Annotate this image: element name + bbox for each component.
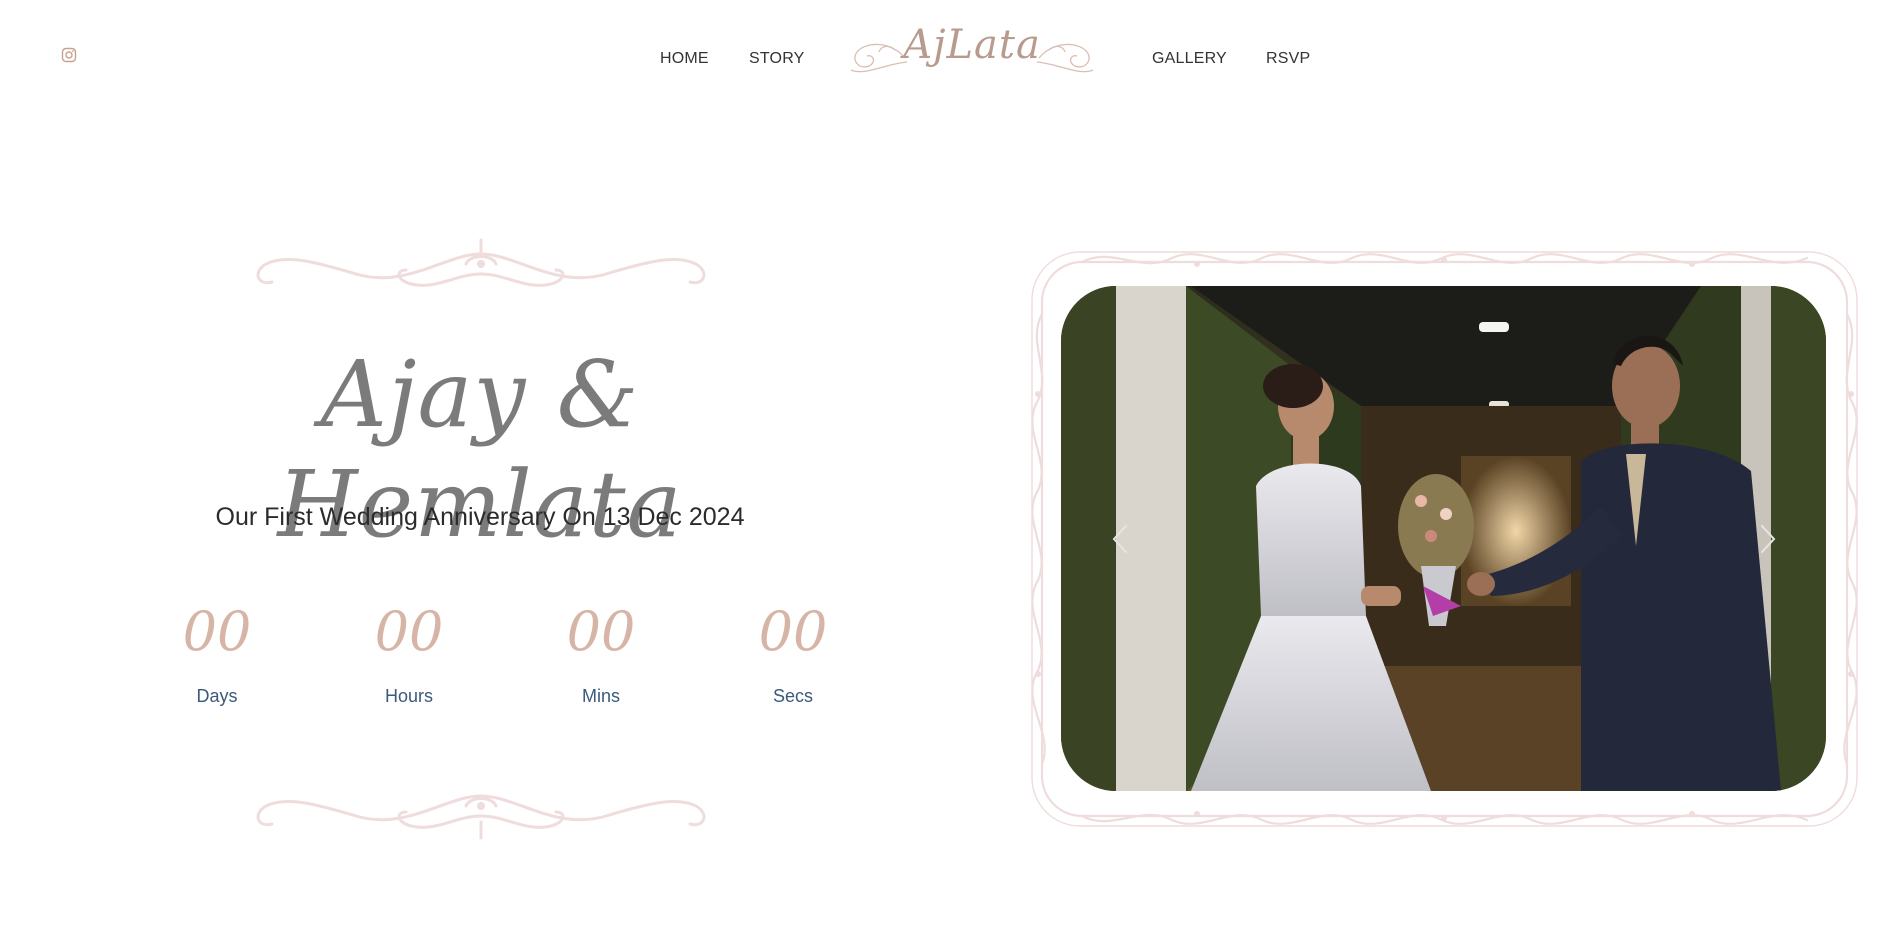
- countdown-hours-value: 00: [374, 600, 444, 663]
- countdown-days-value: 00: [182, 600, 252, 663]
- bottom-flourish: [256, 794, 706, 840]
- countdown-hours: 00 Hours: [349, 600, 469, 707]
- countdown-days: 00 Days: [157, 600, 277, 707]
- nav-home[interactable]: HOME: [660, 50, 709, 68]
- anniversary-subtitle: Our First Wedding Anniversary On 13 Dec …: [215, 503, 745, 531]
- slider-next-arrow[interactable]: [1756, 520, 1780, 558]
- countdown-mins: 00 Mins: [541, 600, 661, 707]
- top-flourish: [256, 238, 706, 287]
- countdown-secs-label: Secs: [772, 686, 814, 706]
- logo[interactable]: AjLata: [845, 20, 1099, 82]
- nav-rsvp[interactable]: RSVP: [1266, 50, 1310, 68]
- countdown-mins-label: Mins: [581, 686, 620, 706]
- countdown-days-label: Days: [196, 686, 238, 706]
- countdown-secs-value: 00: [758, 600, 828, 663]
- slider-photo: [1061, 286, 1826, 791]
- countdown-hours-label: Hours: [384, 686, 433, 706]
- page: HOME STORY AjLata GALLERY RSVP Ajay & He…: [0, 0, 1903, 933]
- instagram-icon[interactable]: [61, 47, 77, 63]
- slider-prev-arrow[interactable]: [1108, 520, 1132, 558]
- logo-text: AjLata: [903, 22, 1041, 68]
- countdown-secs: 00 Secs: [733, 600, 853, 707]
- couple-photo: [1061, 286, 1826, 791]
- nav-gallery[interactable]: GALLERY: [1152, 50, 1227, 68]
- countdown-mins-value: 00: [566, 600, 636, 663]
- nav-story[interactable]: STORY: [749, 50, 805, 68]
